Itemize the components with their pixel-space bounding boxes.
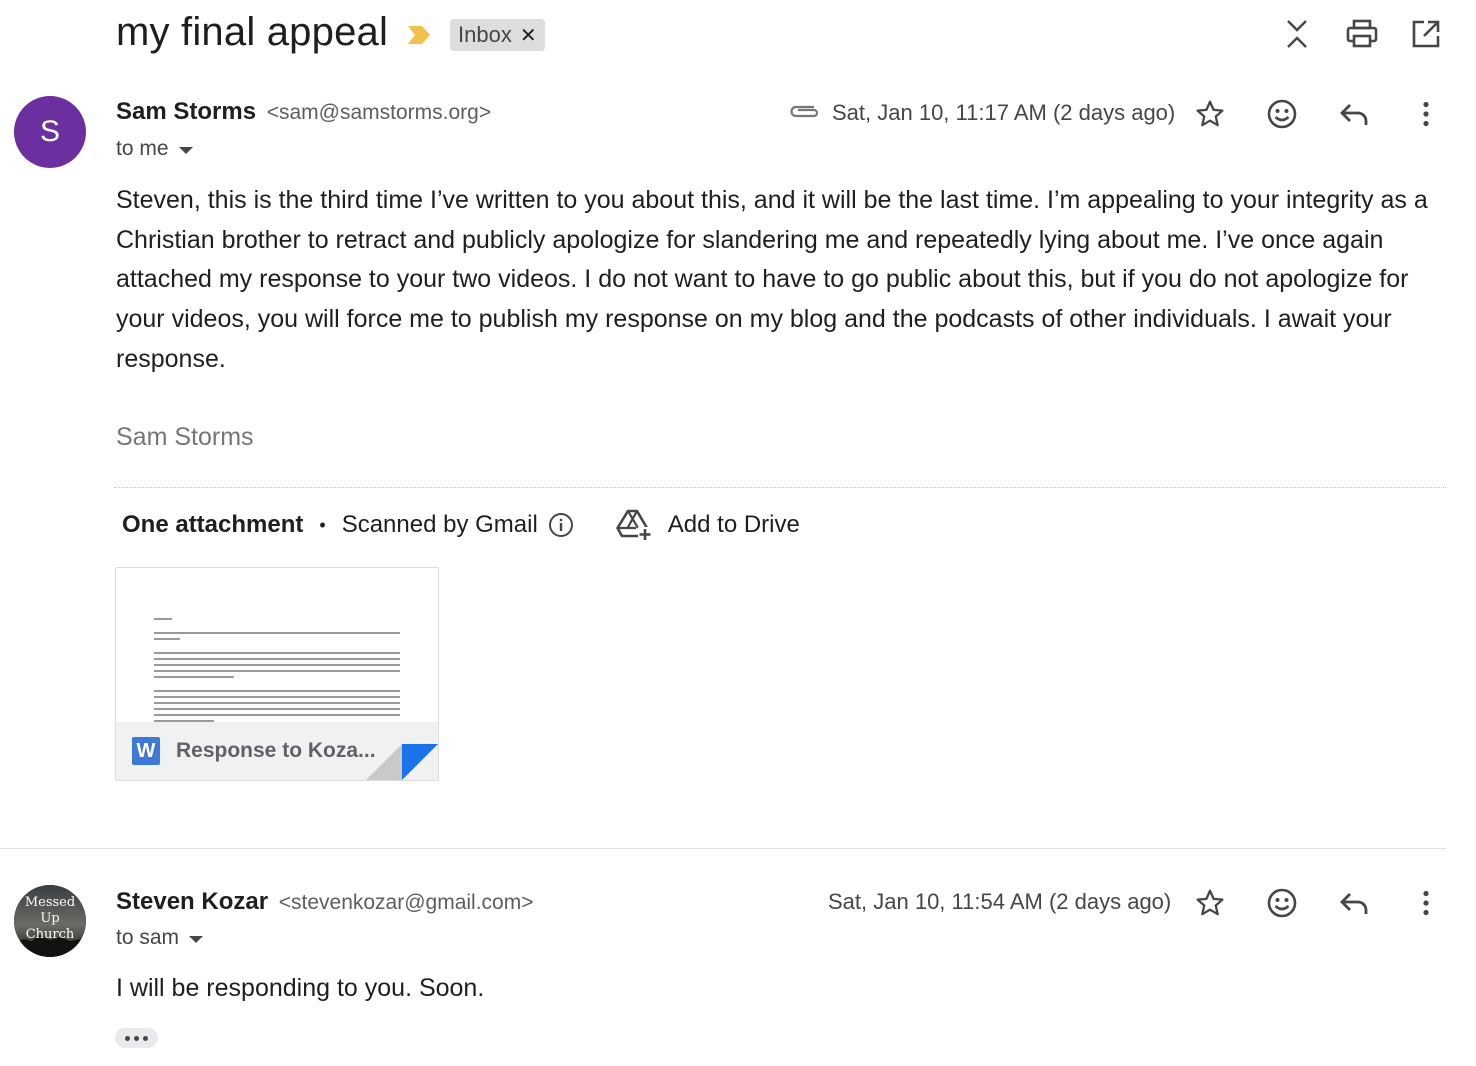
reply-icon[interactable]	[1334, 94, 1374, 134]
label-chip-text: Inbox	[458, 22, 512, 47]
info-icon[interactable]	[548, 512, 574, 538]
caret-down-icon	[189, 935, 204, 943]
add-reaction-icon[interactable]	[1262, 883, 1302, 923]
more-options-icon[interactable]	[1406, 883, 1446, 923]
sender-line: Steven Kozar <stevenkozar@gmail.com>	[116, 888, 534, 916]
message-date: Sat, Jan 10, 11:17 AM (2 days ago)	[832, 100, 1176, 125]
paperclip-icon	[790, 105, 819, 118]
svg-text:Up: Up	[40, 911, 59, 926]
message-date: Sat, Jan 10, 11:54 AM (2 days ago)	[828, 889, 1172, 914]
more-options-icon[interactable]	[1406, 94, 1446, 134]
ellipsis-dot	[134, 1035, 139, 1041]
importance-marker-icon[interactable]	[406, 24, 432, 46]
recipient-text: to me	[116, 137, 169, 160]
thread-subject: my final appeal	[116, 10, 389, 54]
sender-line: Sam Storms <sam@samstorms.org>	[116, 98, 491, 126]
star-icon[interactable]	[1190, 883, 1230, 923]
sender-email: <stevenkozar@gmail.com>	[278, 891, 534, 914]
recipient-details-toggle[interactable]: to me	[116, 137, 193, 161]
avatar-letter: S	[39, 115, 60, 148]
attachment-file-name: Response to Koza...	[176, 739, 376, 762]
reply-icon[interactable]	[1334, 883, 1374, 923]
add-to-drive-button[interactable]: Add to Drive	[614, 508, 800, 542]
print-icon[interactable]	[1344, 16, 1380, 52]
attachment-card[interactable]: W Response to Koza...	[115, 567, 439, 781]
attachment-preview	[116, 568, 438, 722]
sender-avatar[interactable]: S	[14, 96, 86, 168]
svg-text:Church: Church	[26, 927, 75, 942]
remove-label-icon[interactable]: ✕	[520, 23, 537, 48]
star-icon[interactable]	[1190, 94, 1230, 134]
email-signature: Sam Storms	[116, 423, 254, 451]
open-in-new-window-icon[interactable]	[1408, 16, 1444, 52]
recipient-details-toggle[interactable]: to sam	[116, 926, 204, 950]
attachments-header: One attachment • Scanned by Gmail Add to…	[122, 508, 800, 542]
add-reaction-icon[interactable]	[1262, 94, 1302, 134]
word-document-icon: W	[132, 737, 160, 765]
separator-dot: •	[319, 514, 326, 535]
sender-name[interactable]: Sam Storms	[116, 98, 256, 125]
ellipsis-dot	[143, 1035, 148, 1041]
message-body: I will be responding to you. Soon.	[116, 974, 485, 1002]
svg-text:Messed: Messed	[25, 895, 75, 910]
church-logo-avatar: Messed Up Church	[14, 885, 86, 957]
sender-name[interactable]: Steven Kozar	[116, 888, 268, 915]
add-to-drive-label: Add to Drive	[667, 511, 800, 538]
message-divider	[0, 848, 1446, 849]
caret-down-icon	[178, 146, 193, 154]
add-to-drive-icon	[615, 509, 652, 541]
sender-avatar[interactable]: Messed Up Church	[14, 885, 86, 957]
ellipsis-dot	[125, 1035, 130, 1041]
inbox-label-chip: Inbox ✕	[450, 19, 545, 51]
message-body: Steven, this is the third time I’ve writ…	[116, 186, 1428, 373]
collapse-all-icon[interactable]	[1279, 16, 1315, 52]
document-corner-fold-icon	[366, 744, 438, 780]
sender-email: <sam@samstorms.org>	[266, 101, 492, 124]
scanned-by-gmail-label: Scanned by Gmail	[341, 511, 538, 538]
recipient-text: to sam	[116, 926, 180, 949]
attachment-count: One attachment	[122, 511, 304, 538]
subject-bar: my final appeal Inbox ✕	[0, 0, 1476, 72]
attachment-divider	[114, 487, 1446, 488]
show-trimmed-content-button[interactable]	[115, 1028, 158, 1048]
